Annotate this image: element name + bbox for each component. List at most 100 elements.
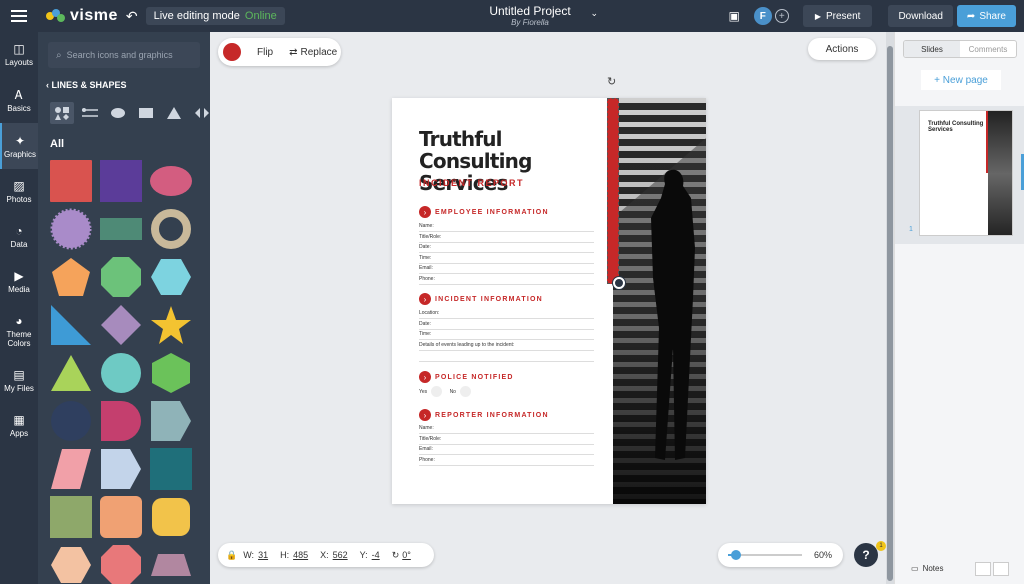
- shape-diamond-lilac[interactable]: [100, 304, 142, 346]
- search-box[interactable]: ⌕: [48, 42, 200, 68]
- shape-octagon-coral[interactable]: [100, 544, 142, 584]
- shape-ring-beige[interactable]: [150, 208, 192, 250]
- zoom-knob[interactable]: [730, 550, 741, 560]
- field-line[interactable]: Details of events leading up to the inci…: [419, 341, 594, 351]
- shape-pentagon-arrow-gray[interactable]: [150, 400, 192, 442]
- share-button[interactable]: ➦ Share: [956, 5, 1016, 27]
- panel-title[interactable]: ‹ LINES & SHAPES: [46, 80, 127, 90]
- shape-decagon-navy[interactable]: [50, 400, 92, 442]
- shape-square-purple[interactable]: [100, 160, 142, 202]
- section-police[interactable]: › POLICE NOTIFIED: [419, 371, 514, 383]
- resize-handle[interactable]: [613, 277, 625, 289]
- shape-arrow-lightblue[interactable]: [100, 448, 142, 490]
- y-value[interactable]: -4: [372, 550, 380, 560]
- staircase-photo[interactable]: [613, 98, 706, 504]
- tab-comments[interactable]: Comments: [960, 41, 1016, 57]
- option-no-radio[interactable]: [459, 386, 471, 397]
- nav-layouts[interactable]: ◫ Layouts: [0, 32, 38, 77]
- scroll-thumb[interactable]: [887, 46, 893, 581]
- tab-all-shapes[interactable]: [50, 102, 74, 124]
- shape-hexagon-cyan[interactable]: [150, 256, 192, 298]
- new-page-button[interactable]: + New page: [921, 70, 1001, 90]
- slide-thumbnail[interactable]: Truthful Consulting Services: [919, 110, 1013, 236]
- field-line[interactable]: Name:: [419, 222, 594, 232]
- shape-circle-teal[interactable]: [100, 352, 142, 394]
- nav-data[interactable]: ◔ Data: [0, 214, 38, 259]
- logo[interactable]: visme: [46, 7, 118, 25]
- field-line[interactable]: Title/Role:: [419, 233, 594, 243]
- download-button[interactable]: Download: [888, 5, 953, 27]
- nav-apps[interactable]: ▦ Apps: [0, 403, 38, 448]
- field-line[interactable]: Time:: [419, 330, 594, 340]
- present-button[interactable]: ▶ Present: [802, 5, 873, 27]
- field-line[interactable]: Time:: [419, 254, 594, 264]
- flip-button[interactable]: Flip: [257, 47, 273, 58]
- canvas-scrollbar[interactable]: [886, 32, 894, 584]
- nav-media[interactable]: ▶ Media: [0, 259, 38, 304]
- avatar[interactable]: F: [753, 7, 772, 25]
- field-line[interactable]: Date:: [419, 243, 594, 253]
- tab-rectangle[interactable]: [134, 102, 158, 124]
- nav-basics[interactable]: Ꭺ Basics: [0, 77, 38, 123]
- document-subtitle[interactable]: INCIDENT REPORT: [419, 178, 524, 188]
- shape-ellipse-pink[interactable]: [150, 160, 192, 202]
- field-line[interactable]: Phone:: [419, 275, 594, 285]
- nav-photos[interactable]: ▨ Photos: [0, 169, 38, 214]
- height-value[interactable]: 485: [293, 550, 308, 560]
- shape-scalloped-yellow[interactable]: [150, 496, 192, 538]
- shape-square-red[interactable]: [50, 160, 92, 202]
- section-employee[interactable]: › EMPLOYEE INFORMATION: [419, 206, 549, 218]
- field-line[interactable]: [419, 352, 594, 362]
- zoom-slider[interactable]: [728, 550, 802, 560]
- section-reporter[interactable]: › REPORTER INFORMATION: [419, 409, 549, 421]
- slide-thumbnail-row[interactable]: 1 Truthful Consulting Services: [895, 106, 1024, 244]
- nav-my-files[interactable]: ▤ My Files: [0, 358, 38, 403]
- actions-button[interactable]: Actions: [808, 38, 876, 60]
- chevron-down-icon[interactable]: ⌄: [590, 8, 598, 19]
- field-line[interactable]: Name:: [419, 424, 594, 434]
- shape-square-darkteal[interactable]: [150, 448, 192, 490]
- shape-hexagon-green[interactable]: [150, 352, 192, 394]
- field-line[interactable]: Date:: [419, 320, 594, 330]
- shape-parallelogram-pink[interactable]: [50, 448, 92, 490]
- add-collaborator-icon[interactable]: +: [774, 9, 789, 23]
- shape-hexagon-peach[interactable]: [50, 544, 92, 584]
- shape-pentagon-orange[interactable]: [50, 256, 92, 298]
- field-line[interactable]: Location:: [419, 309, 594, 319]
- tab-more[interactable]: [190, 102, 210, 124]
- shape-star-yellow[interactable]: [150, 304, 192, 346]
- color-picker-button[interactable]: [223, 43, 241, 61]
- notes-button[interactable]: ▭ Notes: [911, 564, 943, 573]
- tab-lines[interactable]: [78, 102, 102, 124]
- help-button[interactable]: ?: [854, 543, 878, 567]
- shape-right-triangle-blue[interactable]: [50, 304, 92, 346]
- tab-ellipse[interactable]: [106, 102, 130, 124]
- replace-button[interactable]: ⇄ Replace: [289, 47, 337, 58]
- field-line[interactable]: Email:: [419, 264, 594, 274]
- nav-graphics[interactable]: ✦ Graphics: [0, 123, 38, 169]
- document-page[interactable]: Truthful Consulting Services INCIDENT RE…: [392, 98, 706, 504]
- menu-icon[interactable]: [0, 0, 38, 32]
- undo-icon[interactable]: ↶: [126, 8, 138, 25]
- nav-theme-colors[interactable]: ◕ Theme Colors: [0, 304, 38, 358]
- shape-rounded-salmon[interactable]: [100, 496, 142, 538]
- field-line[interactable]: Email:: [419, 445, 594, 455]
- rotate-handle-icon[interactable]: ↻: [607, 75, 616, 88]
- search-input[interactable]: [66, 50, 187, 60]
- section-incident[interactable]: › INCIDENT INFORMATION: [419, 293, 543, 305]
- shape-seal-lavender[interactable]: [50, 208, 92, 250]
- zoom-value[interactable]: 60%: [814, 550, 832, 560]
- field-line[interactable]: Phone:: [419, 456, 594, 466]
- list-view-icon[interactable]: [993, 562, 1009, 576]
- rotation-value[interactable]: 0°: [402, 550, 411, 560]
- selected-red-bar[interactable]: [607, 98, 619, 284]
- comment-icon[interactable]: ▣: [728, 9, 739, 23]
- width-value[interactable]: 31: [258, 550, 268, 560]
- shape-rectangle-teal[interactable]: [100, 208, 142, 250]
- tab-triangle[interactable]: [162, 102, 186, 124]
- x-value[interactable]: 562: [333, 550, 348, 560]
- shape-triangle-lime[interactable]: [50, 352, 92, 394]
- shape-octagon-green[interactable]: [100, 256, 142, 298]
- shape-trapezoid-mauve[interactable]: [150, 544, 192, 584]
- live-mode-badge[interactable]: Live editing mode Online: [145, 7, 285, 25]
